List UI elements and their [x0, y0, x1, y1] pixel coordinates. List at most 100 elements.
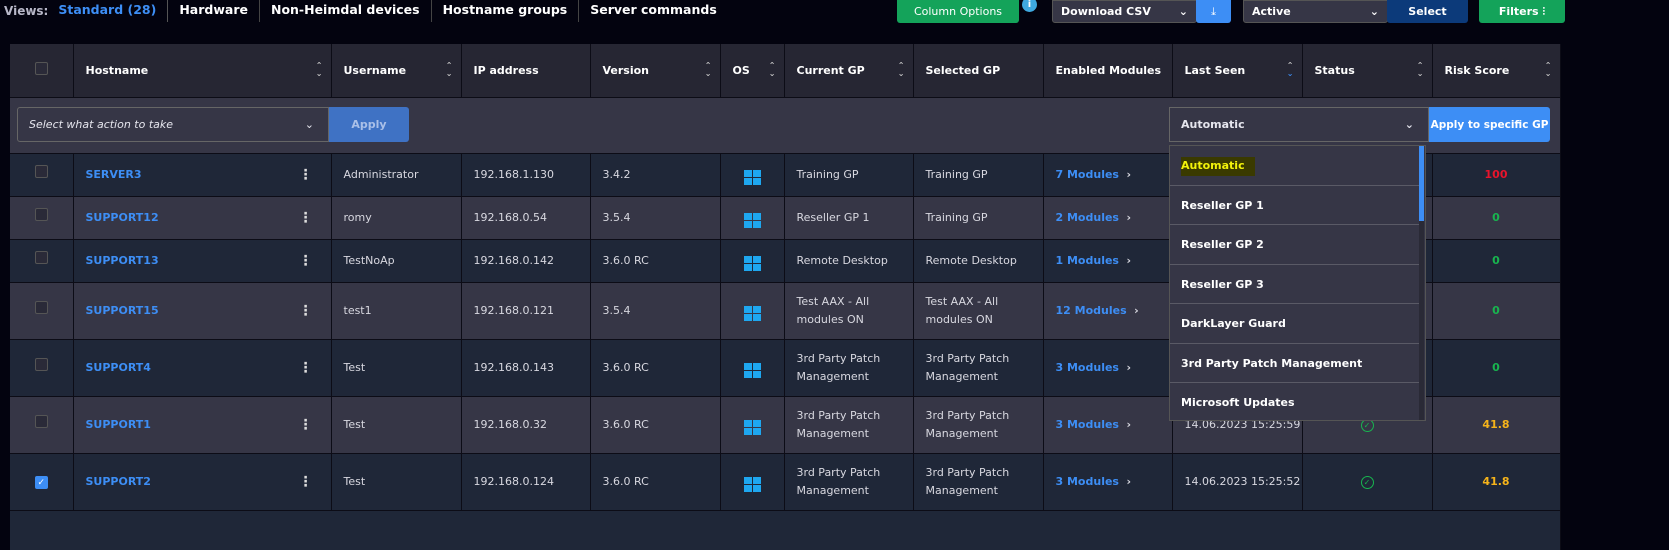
modules-link[interactable]: 3 Modules	[1056, 418, 1119, 431]
dropdown-option[interactable]: Reseller GP 3	[1170, 265, 1420, 304]
action-select[interactable]: Select what action to take ⌄	[17, 107, 329, 142]
ip-cell: 192.168.0.143	[461, 338, 591, 396]
dropdown-option[interactable]: DarkLayer Guard	[1170, 304, 1420, 344]
sort-icon[interactable]: ⌃ ⌄	[769, 62, 776, 78]
scrollbar-thumb[interactable]	[1419, 146, 1424, 221]
sort-icon[interactable]: ⌃ ⌄	[1545, 62, 1552, 78]
modules-link[interactable]: 3 Modules	[1056, 475, 1119, 488]
filters-label: Filters	[1498, 5, 1539, 18]
dropdown-scrollbar[interactable]	[1419, 146, 1424, 420]
view-hostname-groups[interactable]: Hostname groups	[432, 0, 580, 22]
windows-icon	[743, 419, 761, 435]
table-row[interactable]: ✓ SUPPORT2 ⋮ Test 192.168.0.124 3.6.0 RC…	[10, 452, 1561, 510]
column-header-risk-score[interactable]: Risk Score ⌃ ⌄	[1432, 44, 1561, 97]
chevron-right-icon[interactable]: ›	[1126, 254, 1131, 267]
column-header-enabled-modules[interactable]: Enabled Modules	[1043, 44, 1173, 97]
sort-icon[interactable]: ⌃ ⌄	[316, 62, 323, 78]
dropdown-option[interactable]: Reseller GP 2	[1170, 225, 1420, 265]
column-header-username[interactable]: Username ⌃ ⌄	[331, 44, 462, 97]
risk-score-cell: 0	[1432, 195, 1561, 239]
chevron-right-icon[interactable]: ›	[1126, 475, 1131, 488]
more-vertical-icon[interactable]: ⋮	[299, 209, 313, 227]
selected-gp-cell: 3rd Party Patch Management	[913, 395, 1044, 453]
row-select-cell	[10, 281, 74, 339]
column-header-version[interactable]: Version ⌃ ⌄	[590, 44, 721, 97]
download-button[interactable]: ⤓	[1196, 0, 1231, 23]
view-standard[interactable]: Standard (28)	[58, 0, 169, 22]
column-header-selected-gp[interactable]: Selected GP	[913, 44, 1044, 97]
row-checkbox[interactable]: ✓	[34, 475, 48, 489]
os-cell	[720, 195, 785, 239]
column-options-button[interactable]: Column Options	[897, 0, 1019, 23]
chevron-right-icon[interactable]: ›	[1126, 211, 1131, 224]
download-csv-select[interactable]: Download CSV ⌄	[1052, 0, 1197, 23]
sort-icon[interactable]: ⌃ ⌄	[1287, 62, 1294, 78]
modules-link[interactable]: 12 Modules	[1056, 304, 1127, 317]
selected-gp-cell: Remote Desktop	[913, 238, 1044, 282]
sort-icon[interactable]: ⌃ ⌄	[705, 62, 712, 78]
hostname-link[interactable]: SUPPORT13	[86, 254, 159, 267]
more-vertical-icon[interactable]: ⋮	[299, 359, 313, 377]
dropdown-option[interactable]: Automatic	[1170, 146, 1420, 186]
column-header-ip-address[interactable]: IP address	[461, 44, 591, 97]
sort-icon[interactable]: ⌃ ⌄	[898, 62, 905, 78]
select-button[interactable]: Select	[1387, 0, 1468, 23]
modules-link[interactable]: 3 Modules	[1056, 361, 1119, 374]
chevron-right-icon[interactable]: ›	[1134, 304, 1139, 317]
os-cell	[720, 281, 785, 339]
selected-gp-cell: Training GP	[913, 195, 1044, 239]
os-cell	[720, 238, 785, 282]
username-cell: test1	[331, 281, 462, 339]
apply-to-gp-button[interactable]: Apply to specific GP	[1429, 107, 1550, 142]
view-hardware[interactable]: Hardware	[168, 0, 260, 22]
hostname-link[interactable]: SUPPORT12	[86, 211, 159, 224]
row-checkbox[interactable]	[34, 165, 48, 178]
hostname-link[interactable]: SERVER3	[86, 168, 142, 181]
ip-cell: 192.168.1.130	[461, 152, 591, 196]
dropdown-option[interactable]: 3rd Party Patch Management	[1170, 344, 1420, 383]
more-vertical-icon[interactable]: ⋮	[299, 302, 313, 320]
more-vertical-icon[interactable]: ⋮	[299, 473, 313, 491]
column-header-last-seen[interactable]: Last Seen ⌃ ⌄	[1172, 44, 1303, 97]
dropdown-option[interactable]: Reseller GP 1	[1170, 186, 1420, 225]
more-vertical-icon[interactable]: ⋮	[299, 166, 313, 184]
view-non-heimdal[interactable]: Non-Heimdal devices	[260, 0, 432, 22]
gp-select[interactable]: Automatic ⌄	[1169, 107, 1429, 142]
row-checkbox[interactable]	[34, 301, 48, 314]
column-header-os[interactable]: OS ⌃ ⌄	[720, 44, 785, 97]
row-checkbox[interactable]	[34, 358, 48, 371]
view-server-commands[interactable]: Server commands	[579, 0, 728, 22]
modules-link[interactable]: 1 Modules	[1056, 254, 1119, 267]
row-checkbox[interactable]	[34, 208, 48, 221]
modules-cell: 3 Modules ›	[1043, 395, 1173, 453]
version-cell: 3.6.0 RC	[590, 395, 721, 453]
risk-score-cell: 41.8	[1432, 395, 1561, 453]
hostname-link[interactable]: SUPPORT4	[86, 361, 151, 374]
more-vertical-icon[interactable]: ⋮	[299, 416, 313, 434]
hostname-link[interactable]: SUPPORT2	[86, 475, 151, 488]
filters-button[interactable]: Filters ⫶	[1479, 0, 1565, 23]
sort-icon[interactable]: ⌃ ⌄	[1417, 62, 1424, 78]
risk-score-cell: 0	[1432, 281, 1561, 339]
column-header-label: Enabled Modules	[1055, 63, 1162, 77]
dropdown-option-label: Reseller GP 3	[1181, 277, 1264, 291]
more-vertical-icon[interactable]: ⋮	[299, 252, 313, 270]
modules-link[interactable]: 2 Modules	[1056, 211, 1119, 224]
select-all-checkbox[interactable]	[34, 62, 48, 76]
column-header-status[interactable]: Status ⌃ ⌄	[1302, 44, 1433, 97]
column-header-hostname[interactable]: Hostname ⌃ ⌄	[73, 44, 332, 97]
sort-icon[interactable]: ⌃ ⌄	[446, 62, 453, 78]
version-cell: 3.6.0 RC	[590, 338, 721, 396]
chevron-right-icon[interactable]: ›	[1126, 168, 1131, 181]
apply-button[interactable]: Apply	[329, 107, 409, 142]
chevron-right-icon[interactable]: ›	[1126, 418, 1131, 431]
chevron-right-icon[interactable]: ›	[1126, 361, 1131, 374]
hostname-link[interactable]: SUPPORT1	[86, 418, 151, 431]
column-header-current-gp[interactable]: Current GP ⌃ ⌄	[784, 44, 914, 97]
hostname-link[interactable]: SUPPORT15	[86, 304, 159, 317]
status-filter-select[interactable]: Active ⌄	[1243, 0, 1388, 23]
modules-link[interactable]: 7 Modules	[1056, 168, 1119, 181]
row-checkbox[interactable]	[34, 251, 48, 264]
dropdown-option[interactable]: Microsoft Updates	[1170, 383, 1420, 420]
row-checkbox[interactable]	[34, 415, 48, 428]
